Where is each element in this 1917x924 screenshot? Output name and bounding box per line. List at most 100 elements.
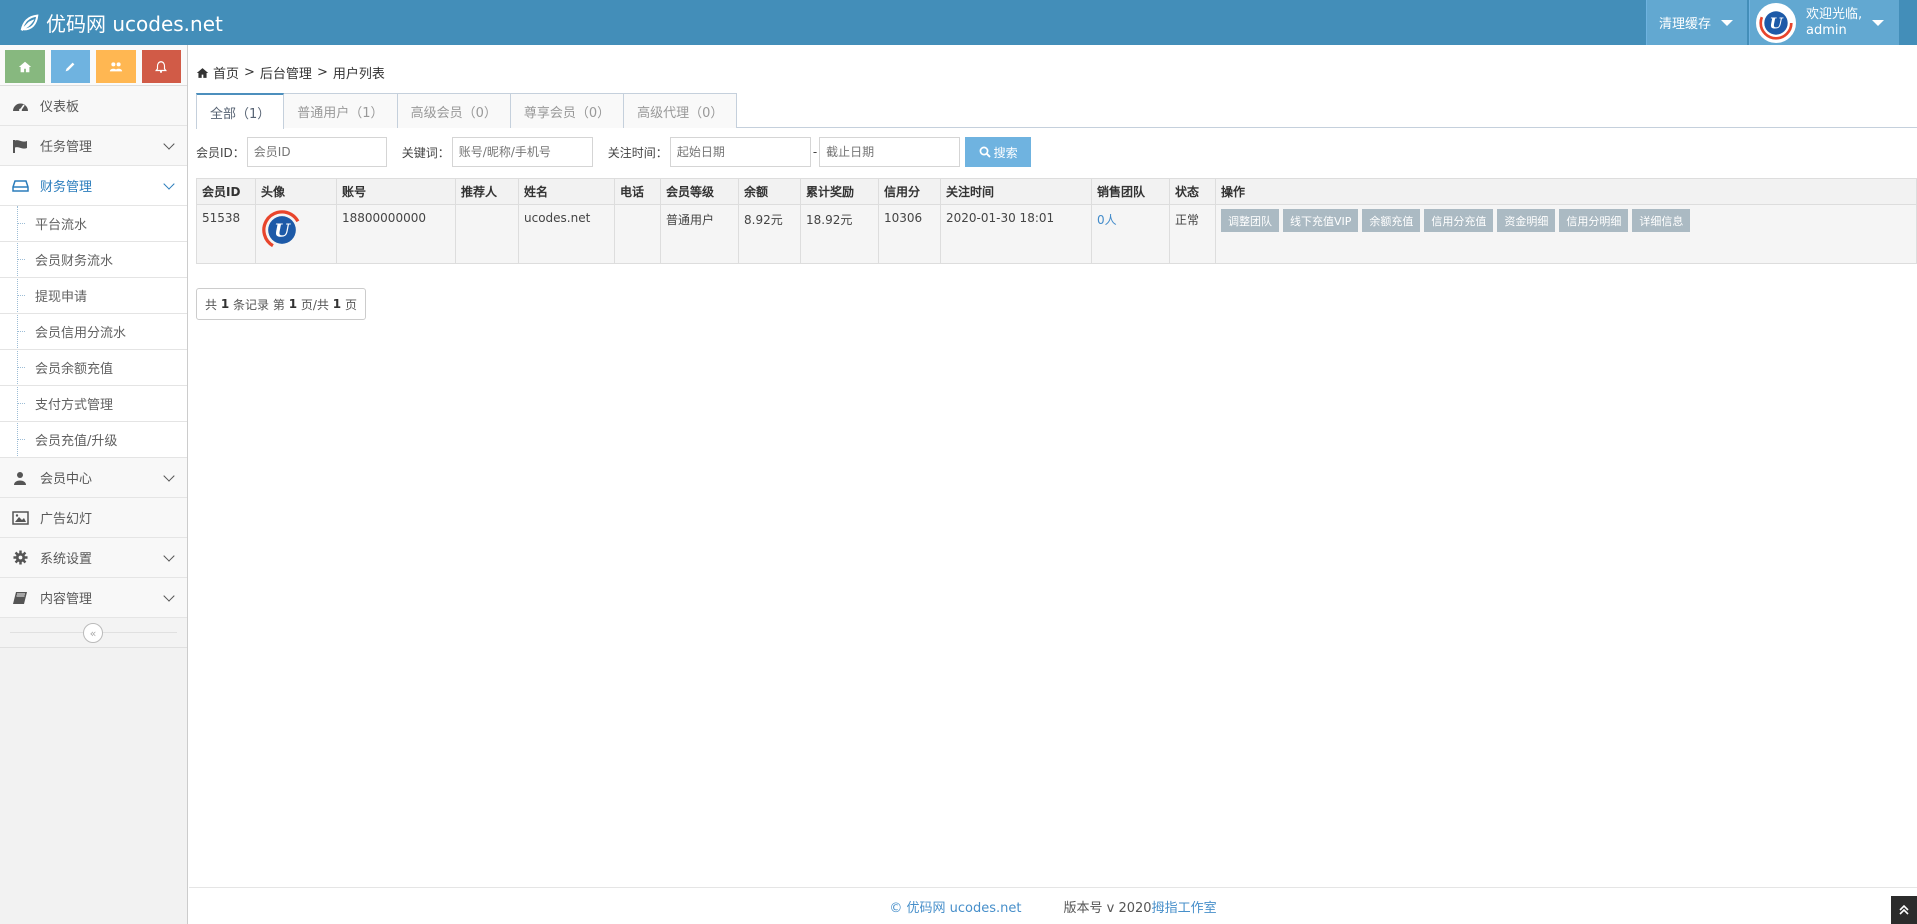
filter-bar: 会员ID： 关键词： 关注时间： - 搜索 [196, 137, 1032, 167]
sidebar-item-label: 仪表板 [40, 100, 80, 115]
submenu-item[interactable]: 提现申请 [0, 278, 187, 314]
tab-senior-agents[interactable]: 高级代理（0） [623, 93, 738, 128]
cell-credit: 10306 [878, 204, 941, 264]
leaf-icon [20, 14, 39, 31]
cell-referrer [455, 204, 519, 264]
member-id-input[interactable] [246, 137, 387, 167]
col-member-id: 会员ID [196, 178, 256, 205]
offline-vip-recharge-button[interactable]: 线下充值VIP [1283, 209, 1359, 232]
end-date-input[interactable] [819, 137, 961, 167]
back-to-top-button[interactable] [1891, 896, 1917, 924]
home-icon [196, 67, 209, 78]
search-button[interactable]: 搜索 [965, 137, 1032, 167]
tab-normal-users[interactable]: 普通用户（1） [283, 93, 398, 128]
tab-senior-members[interactable]: 高级会员（0） [396, 93, 511, 128]
footer-version: 版本号 v 2020 [1063, 900, 1152, 916]
submenu-item[interactable]: 会员信用分流水 [0, 314, 187, 350]
credit-recharge-button[interactable]: 信用分充值 [1424, 209, 1494, 232]
sidebar-item-label: 会员中心 [40, 472, 93, 487]
col-account: 账号 [336, 178, 456, 205]
pagination-summary: 共 1 条记录 第 1 页/共 1 页 [196, 288, 366, 320]
user-details-button[interactable]: 详细信息 [1632, 209, 1691, 232]
chevron-down-icon [163, 590, 175, 602]
start-date-input[interactable] [669, 137, 811, 167]
search-icon [979, 146, 991, 158]
team-count-link[interactable]: 0人 [1097, 213, 1117, 227]
sidebar-item-content[interactable]: 内容管理 [0, 578, 187, 618]
bell-icon [155, 60, 168, 73]
welcome-text: 欢迎光临, [1806, 6, 1863, 22]
cell-name: ucodes.net [518, 204, 615, 264]
brand-logo[interactable]: 优码网 ucodes.net [18, 0, 223, 45]
home-icon [18, 61, 31, 72]
pager-page: 1 [288, 297, 298, 311]
chevron-down-icon [163, 138, 175, 150]
col-level: 会员等级 [660, 178, 739, 205]
double-chevron-up-icon [1899, 905, 1909, 915]
sidebar-item-label: 广告幻灯 [40, 512, 93, 527]
footer-brand-link[interactable]: © 优码网 ucodes.net [889, 897, 1021, 916]
cell-phone [614, 204, 661, 264]
keyword-label: 关键词： [401, 145, 450, 160]
pager-text: 共 [205, 297, 218, 312]
credit-details-button[interactable]: 信用分明细 [1559, 209, 1629, 232]
tab-all[interactable]: 全部（1） [196, 93, 285, 129]
sidebar-collapse: « [0, 618, 187, 648]
breadcrumb-current: 用户列表 [332, 67, 385, 82]
breadcrumb-admin[interactable]: 后台管理 [260, 63, 312, 82]
users-shortcut-button[interactable] [96, 50, 136, 83]
date-dash: - [812, 145, 818, 159]
pencil-icon [65, 62, 75, 71]
sidebar-item-dashboard[interactable]: 仪表板 [0, 86, 187, 126]
submenu-item[interactable]: 会员充值/升级 [0, 422, 187, 458]
pager-pages: 1 [332, 297, 342, 311]
edit-shortcut-button[interactable] [50, 50, 90, 83]
sidebar-item-label: 任务管理 [40, 140, 93, 155]
keyword-input[interactable] [451, 137, 593, 167]
submenu-item[interactable]: 平台流水 [0, 206, 187, 242]
sidebar-item-members[interactable]: 会员中心 [0, 458, 187, 498]
avatar: U [1756, 2, 1796, 43]
adjust-team-button[interactable]: 调整团队 [1221, 209, 1279, 232]
u-logo-icon: U [1759, 5, 1793, 40]
sidebar-item-finance[interactable]: 财务管理 [0, 166, 187, 206]
users-icon [109, 61, 122, 71]
home-shortcut-button[interactable] [5, 50, 45, 83]
col-phone: 电话 [614, 178, 661, 205]
chevron-down-icon [163, 550, 175, 562]
submenu-item[interactable]: 支付方式管理 [0, 386, 187, 422]
breadcrumb-home[interactable]: 首页 [213, 63, 239, 82]
submenu-item[interactable]: 会员财务流水 [0, 242, 187, 278]
sidebar-item-label: 系统设置 [40, 552, 93, 567]
sidebar-item-label: 财务管理 [40, 180, 93, 195]
caret-down-icon [1872, 19, 1885, 26]
collapse-sidebar-icon[interactable]: « [83, 623, 103, 643]
username-text: admin [1806, 22, 1847, 38]
cell-reward: 18.92元 [800, 204, 879, 264]
footer: © 优码网 ucodes.net 版本号 v 2020 拇指工作室 [189, 887, 1917, 924]
col-actions: 操作 [1215, 178, 1917, 205]
cell-team: 0人 [1091, 204, 1170, 264]
book-icon [10, 591, 30, 605]
sidebar-item-settings[interactable]: 系统设置 [0, 538, 187, 578]
member-table: 会员ID 头像 账号 推荐人 姓名 电话 会员等级 余额 累计奖励 信用分 关注… [196, 178, 1917, 264]
footer-studio-link[interactable]: 拇指工作室 [1152, 897, 1217, 916]
tab-premium-members[interactable]: 尊享会员（0） [509, 93, 625, 128]
breadcrumb: 首页 > 后台管理 > 用户列表 [196, 63, 385, 82]
drive-icon [10, 179, 30, 193]
bell-shortcut-button[interactable] [141, 50, 181, 83]
balance-recharge-button[interactable]: 余额充值 [1362, 209, 1421, 232]
svg-text:U: U [1769, 14, 1784, 32]
sidebar-item-tasks[interactable]: 任务管理 [0, 126, 187, 166]
fund-details-button[interactable]: 资金明细 [1497, 209, 1556, 232]
follow-time-label: 关注时间： [607, 145, 668, 160]
member-tabs: 全部（1） 普通用户（1） 高级会员（0） 尊享会员（0） 高级代理（0） [196, 93, 1917, 129]
cell-account: 18800000000 [336, 204, 456, 264]
submenu-item[interactable]: 会员余额充值 [0, 350, 187, 386]
user-menu[interactable]: U 欢迎光临, admin [1749, 0, 1899, 45]
member-id-label: 会员ID： [196, 145, 245, 160]
cell-balance: 8.92元 [738, 204, 801, 264]
col-reward: 累计奖励 [800, 178, 879, 205]
sidebar-item-ads[interactable]: 广告幻灯 [0, 498, 187, 538]
clear-cache-dropdown[interactable]: 清理缓存 [1645, 0, 1747, 45]
